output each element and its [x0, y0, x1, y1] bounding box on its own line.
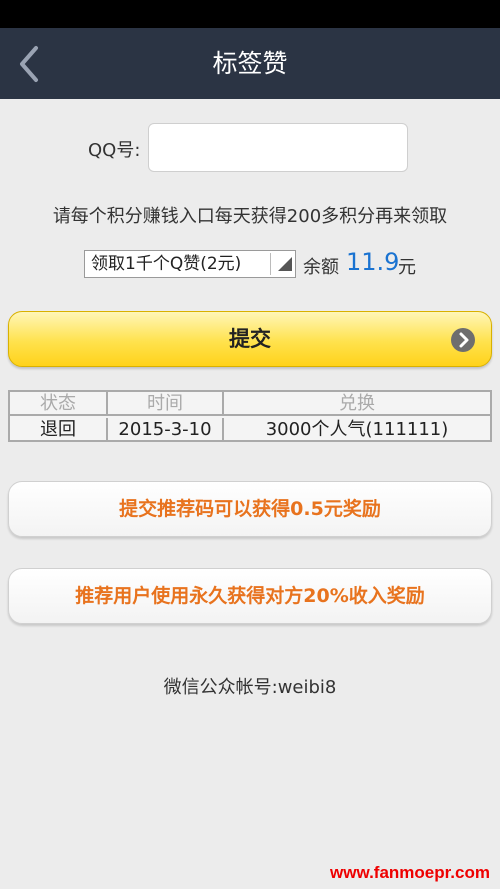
records-table: 状态 时间 兑换 退回 2015-3-10 3000个人气(111111): [8, 390, 492, 442]
page-title: 标签赞: [212, 49, 288, 78]
cell-status: 退回: [10, 418, 108, 442]
balance-value: 11.9: [346, 248, 400, 276]
submit-label: 提交: [229, 327, 271, 351]
header-status: 状态: [10, 392, 108, 416]
notice-text: 请每个积分赚钱入口每天获得200多积分再来领取: [52, 206, 448, 227]
qq-label: QQ号:: [88, 140, 141, 161]
referral-income-button[interactable]: 推荐用户使用永久获得对方20%收入奖励: [8, 568, 492, 624]
package-row: 领取1千个Q赞(2元) 余额 11.9 元: [0, 248, 500, 278]
package-select[interactable]: 领取1千个Q赞(2元): [84, 250, 296, 278]
dropdown-arrow-icon: [278, 257, 292, 271]
qq-input[interactable]: [148, 123, 408, 172]
submit-button[interactable]: 提交: [8, 311, 492, 367]
qq-row: QQ号:: [0, 123, 500, 172]
app-header: 标签赞: [0, 28, 500, 99]
referral-code-button[interactable]: 提交推荐码可以获得0.5元奖励: [8, 481, 492, 537]
watermark: www.fanmoepr.com: [330, 863, 490, 882]
package-select-value: 领取1千个Q赞(2元): [91, 254, 242, 274]
balance-label: 余额: [303, 257, 339, 278]
select-divider: [270, 253, 271, 275]
header-exchange: 兑换: [339, 393, 375, 414]
cell-exchange: 3000个人气(111111): [265, 419, 449, 440]
wechat-account: 微信公众帐号:weibi8: [163, 677, 337, 698]
table-header-row: 状态 时间 兑换: [10, 392, 490, 416]
arrow-right-circle-icon: [451, 328, 475, 352]
table-row: 退回 2015-3-10 3000个人气(111111): [10, 418, 490, 442]
header-time: 时间: [108, 392, 224, 416]
cell-time: 2015-3-10: [108, 418, 224, 442]
balance-unit: 元: [398, 257, 416, 278]
status-bar: [0, 0, 500, 28]
